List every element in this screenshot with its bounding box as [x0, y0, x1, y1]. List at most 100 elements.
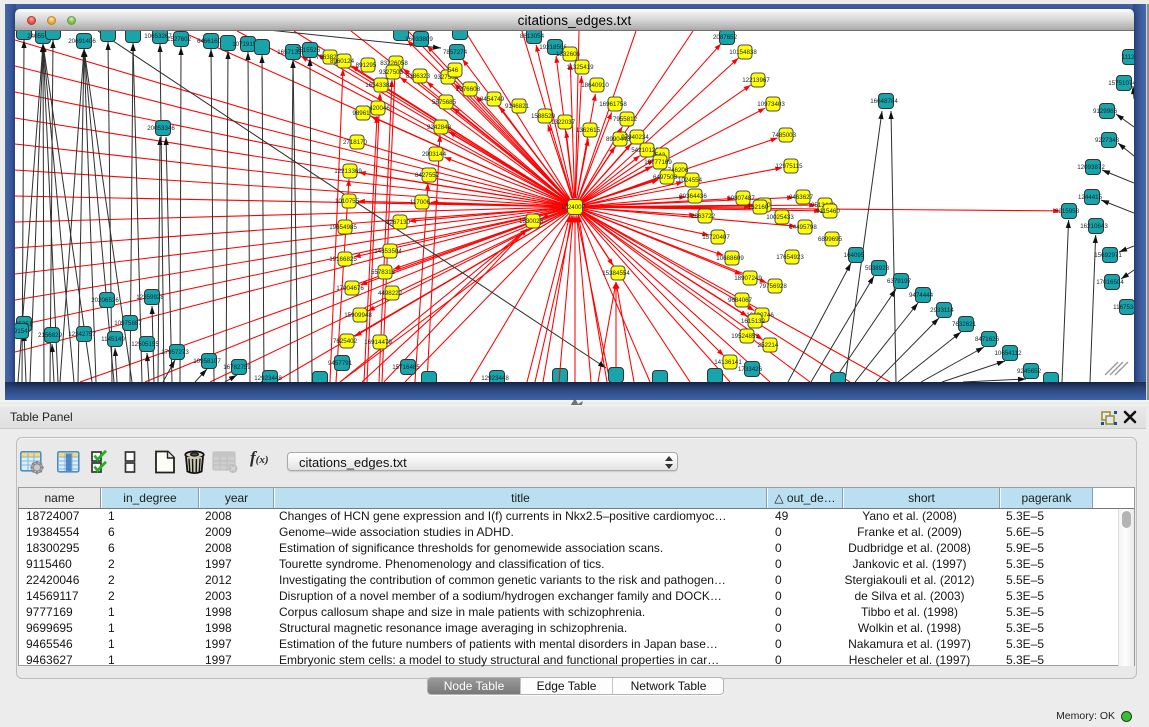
svg-text:14353504: 14353504 — [374, 248, 402, 255]
svg-text:19777169: 19777169 — [644, 159, 672, 166]
svg-text:2903144: 2903144 — [422, 151, 447, 158]
svg-text:891295: 891295 — [356, 62, 377, 69]
svg-text:12342757: 12342757 — [68, 331, 96, 338]
svg-text:164095: 164095 — [844, 252, 865, 259]
svg-text:7857274: 7857274 — [443, 49, 468, 56]
svg-text:20691406: 20691406 — [68, 38, 96, 45]
svg-text:12213369: 12213369 — [334, 168, 362, 175]
svg-text:2876608: 2876608 — [456, 86, 481, 93]
svg-text:9242848: 9242848 — [427, 124, 452, 131]
svg-text:1615132: 1615132 — [741, 318, 766, 325]
svg-text:12923448: 12923448 — [254, 375, 282, 382]
svg-text:6466160: 6466160 — [197, 38, 222, 45]
svg-text:10807487: 10807487 — [727, 195, 755, 202]
svg-text:8454749: 8454749 — [480, 96, 505, 103]
svg-text:7955812: 7955812 — [613, 116, 638, 123]
svg-text:1010755: 1010755 — [335, 198, 360, 205]
svg-text:10025433: 10025433 — [766, 214, 794, 221]
svg-text:16961758: 16961758 — [599, 101, 627, 108]
svg-text:15751074: 15751074 — [1108, 80, 1134, 87]
svg-text:1112: 1112 — [1122, 54, 1134, 61]
svg-text:2087652: 2087652 — [713, 34, 738, 41]
svg-text:8186323: 8186323 — [406, 73, 431, 80]
svg-text:7485003: 7485003 — [772, 132, 797, 139]
svg-text:6497503: 6497503 — [653, 174, 678, 181]
svg-text:546: 546 — [448, 67, 459, 74]
svg-text:18640910: 18640910 — [581, 82, 609, 89]
svg-text:20053346: 20053346 — [147, 125, 175, 132]
svg-text:19654985: 19654985 — [329, 224, 357, 231]
svg-text:15384554: 15384554 — [602, 270, 630, 277]
svg-text:12359928: 12359928 — [136, 294, 164, 301]
svg-text:19166825: 19166825 — [329, 256, 357, 263]
svg-text:1167534: 1167534 — [1113, 304, 1134, 311]
svg-text:9327503: 9327503 — [379, 69, 404, 76]
svg-text:1322037: 1322037 — [551, 119, 576, 126]
svg-text:9115460: 9115460 — [816, 208, 840, 215]
svg-text:1527602: 1527602 — [167, 36, 192, 43]
svg-text:9227343: 9227343 — [1095, 137, 1120, 144]
svg-text:1724007: 1724007 — [561, 204, 586, 211]
svg-text:39154: 39154 — [15, 328, 28, 335]
svg-text:1362615: 1362615 — [576, 127, 601, 134]
svg-text:12093872: 12093872 — [1077, 164, 1105, 171]
svg-text:2718170: 2718170 — [343, 139, 368, 146]
svg-text:17654923: 17654923 — [776, 254, 804, 261]
svg-text:10654112: 10654112 — [994, 350, 1022, 357]
svg-text:16782759: 16782759 — [223, 364, 251, 371]
svg-text:15716485: 15716485 — [392, 364, 420, 371]
svg-text:117006: 117006 — [410, 199, 431, 206]
svg-text:1830023: 1830023 — [519, 218, 544, 225]
svg-text:10688609: 10688609 — [716, 255, 744, 262]
svg-text:9684067: 9684067 — [728, 297, 753, 304]
svg-text:15720407: 15720407 — [702, 234, 730, 241]
svg-text:19524851: 19524851 — [731, 333, 759, 340]
svg-text:9129966: 9129966 — [1093, 108, 1118, 115]
svg-text:17004676: 17004676 — [336, 285, 364, 292]
svg-text:20364436: 20364436 — [679, 193, 707, 200]
svg-text:4498222: 4498222 — [378, 290, 403, 297]
svg-text:12213967: 12213967 — [742, 77, 770, 84]
svg-text:2933114: 2933114 — [930, 307, 954, 314]
svg-text:1244415: 1244415 — [1078, 194, 1103, 201]
svg-text:15909948: 15909948 — [344, 312, 372, 319]
svg-text:97940234: 97940234 — [621, 134, 649, 141]
svg-text:252214: 252214 — [758, 342, 779, 349]
svg-text:3267130: 3267130 — [386, 219, 411, 226]
svg-text:9146821: 9146821 — [505, 103, 530, 110]
svg-text:1024554: 1024554 — [678, 177, 703, 184]
svg-text:1332606: 1332606 — [556, 51, 581, 58]
svg-text:9245652: 9245652 — [1017, 368, 1042, 375]
svg-text:3215958: 3215958 — [1055, 208, 1080, 215]
svg-text:8471626: 8471626 — [975, 336, 1000, 343]
svg-text:8813054: 8813054 — [520, 33, 545, 40]
svg-text:7515526: 7515526 — [296, 47, 321, 54]
svg-text:10973403: 10973403 — [757, 101, 785, 108]
svg-text:1733426: 1733426 — [738, 366, 763, 373]
svg-text:18907249: 18907249 — [734, 275, 762, 282]
svg-text:8427552: 8427552 — [415, 172, 440, 179]
svg-text:10958107: 10958107 — [193, 358, 221, 365]
svg-text:16543382: 16543382 — [365, 82, 393, 89]
svg-text:8960124: 8960124 — [330, 58, 355, 65]
svg-text:16914479: 16914479 — [364, 339, 392, 346]
svg-text:16210643: 16210643 — [1080, 223, 1108, 230]
svg-text:5875685: 5875685 — [432, 99, 457, 106]
svg-text:15692971: 15692971 — [1094, 252, 1122, 259]
svg-text:79756928: 79756928 — [759, 283, 787, 290]
svg-text:10975887: 10975887 — [114, 320, 142, 327]
svg-text:5938923: 5938923 — [865, 265, 890, 272]
svg-text:17016504: 17016504 — [1096, 279, 1124, 286]
svg-text:2156829: 2156829 — [38, 332, 63, 339]
svg-text:9463627: 9463627 — [789, 194, 814, 201]
svg-text:17957273: 17957273 — [161, 349, 189, 356]
svg-text:14495798: 14495798 — [789, 224, 817, 231]
svg-text:16033809: 16033809 — [405, 36, 433, 43]
svg-text:12923448: 12923448 — [481, 375, 509, 382]
svg-text:14136141: 14136141 — [714, 359, 742, 366]
svg-text:6899695: 6899695 — [818, 236, 843, 243]
svg-text:7632621: 7632621 — [952, 321, 977, 328]
svg-text:2863722: 2863722 — [691, 213, 716, 220]
svg-text:9457791: 9457791 — [328, 360, 353, 367]
svg-text:162160: 162160 — [748, 204, 769, 211]
